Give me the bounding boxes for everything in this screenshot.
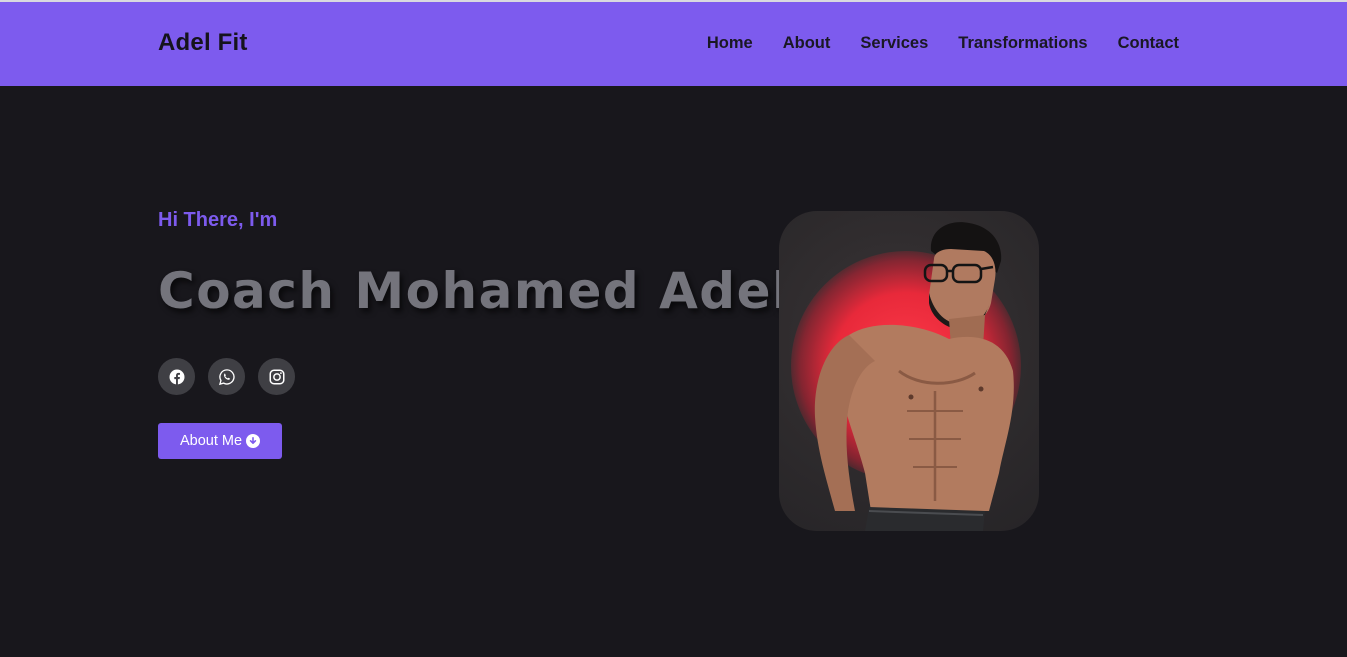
instagram-button[interactable] bbox=[258, 358, 295, 395]
nav-home[interactable]: Home bbox=[707, 34, 753, 53]
nav-services[interactable]: Services bbox=[860, 34, 928, 53]
about-me-button[interactable]: About Me bbox=[158, 423, 282, 459]
social-links bbox=[158, 358, 308, 395]
site-header: Adel Fit Home About Services Transformat… bbox=[0, 2, 1347, 86]
nav-contact[interactable]: Contact bbox=[1118, 34, 1179, 53]
nav-about[interactable]: About bbox=[783, 34, 831, 53]
nav-transformations[interactable]: Transformations bbox=[958, 34, 1087, 53]
whatsapp-icon bbox=[218, 368, 235, 385]
facebook-icon bbox=[169, 369, 184, 384]
hero-greeting: Hi There, I'm bbox=[158, 209, 278, 231]
facebook-button[interactable] bbox=[158, 358, 195, 395]
arrow-down-circle-icon bbox=[246, 434, 261, 448]
coach-photo bbox=[779, 211, 1039, 531]
instagram-icon bbox=[269, 369, 284, 384]
coach-figure bbox=[814, 222, 1014, 531]
about-me-label: About Me bbox=[179, 433, 243, 449]
whatsapp-button[interactable] bbox=[208, 358, 245, 395]
main-nav: Home About Services Transformations Cont… bbox=[677, 34, 1179, 53]
hero-name: Coach Mohamed Adel bbox=[158, 262, 791, 320]
site-logo[interactable]: Adel Fit bbox=[158, 29, 248, 57]
